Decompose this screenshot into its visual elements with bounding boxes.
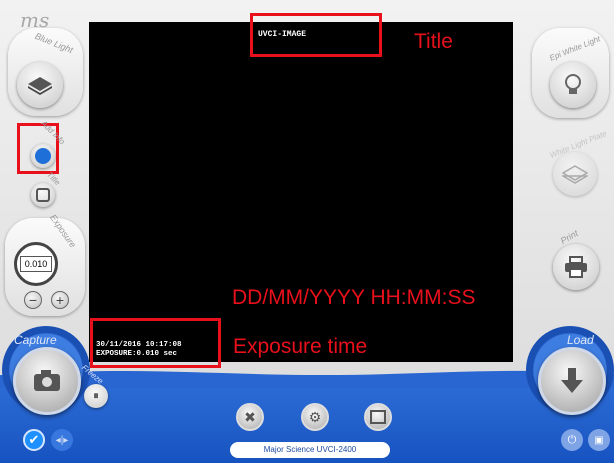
logo-mark: ms xyxy=(20,8,50,32)
exposure-plus-button[interactable]: + xyxy=(51,291,69,309)
freeze-button[interactable]: ⏸ xyxy=(84,384,108,408)
split-icon: ◂|▸ xyxy=(55,434,69,446)
title-annotation-box xyxy=(250,13,382,57)
add-info-button[interactable] xyxy=(31,144,55,168)
print-button[interactable] xyxy=(553,244,599,290)
datetime-annotation-label: DD/MM/YYYY HH:MM:SS xyxy=(232,286,476,309)
white-light-plate-button[interactable] xyxy=(553,152,597,196)
epi-white-light-button[interactable] xyxy=(550,62,596,108)
image-preview xyxy=(89,22,513,362)
camera-icon xyxy=(34,370,60,391)
capture-button[interactable] xyxy=(13,347,81,415)
split-button[interactable]: ◂|▸ xyxy=(51,429,73,451)
title-annotation-label: Title xyxy=(414,30,453,53)
load-label: Load xyxy=(567,333,594,347)
gear-icon: ⚙ xyxy=(308,408,322,425)
tools-icon: ✖ xyxy=(244,408,256,425)
exposure-dial xyxy=(14,242,58,286)
settings-button[interactable]: ⚙ xyxy=(301,403,329,431)
check-icon: ✔ xyxy=(28,432,40,447)
tools-button[interactable]: ✖ xyxy=(236,403,264,431)
exposure-input[interactable] xyxy=(20,256,52,272)
blue-light-button[interactable] xyxy=(17,62,63,108)
image-icon xyxy=(370,410,386,424)
light-plate-icon xyxy=(562,165,588,184)
transilluminator-icon xyxy=(28,77,52,95)
title-toggle-icon xyxy=(36,188,50,202)
save-button[interactable]: ▣ xyxy=(588,429,610,451)
printer-icon xyxy=(565,256,587,278)
info-toggle-icon xyxy=(35,148,51,164)
power-button[interactable]: ⏻ xyxy=(561,429,583,451)
lightbulb-icon xyxy=(565,74,581,94)
title-button[interactable] xyxy=(31,183,55,207)
status-bar-text: Major Science UVCI-2400 xyxy=(230,442,390,458)
capture-label: Capture xyxy=(14,333,57,347)
freeze-icon: ⏸ xyxy=(93,389,99,402)
download-arrow-icon xyxy=(561,368,583,393)
exposure-minus-button[interactable]: − xyxy=(24,291,42,309)
power-icon: ⏻ xyxy=(567,433,577,446)
load-button[interactable] xyxy=(538,347,606,415)
save-icon: ▣ xyxy=(594,434,604,446)
check-button[interactable]: ✔ xyxy=(23,429,45,451)
image-button[interactable] xyxy=(364,403,392,431)
